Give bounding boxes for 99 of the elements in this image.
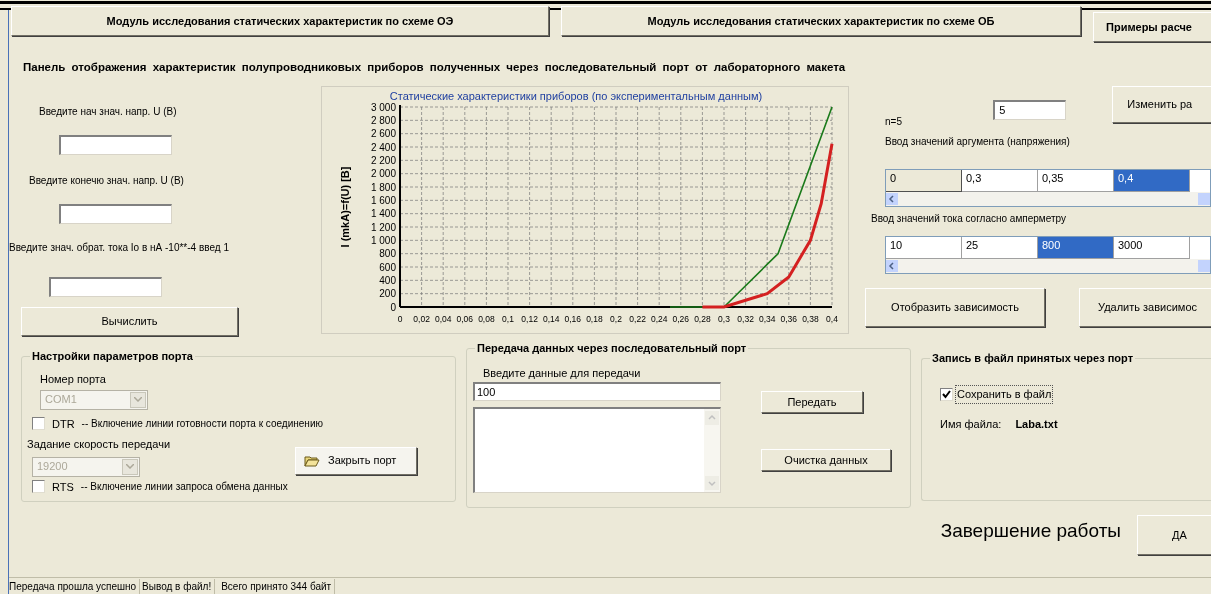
y-tick-label: 0: [390, 301, 396, 313]
grid-empty-area: [1190, 170, 1210, 192]
n-input[interactable]: 5: [993, 100, 1067, 120]
input-label: Введите данные для передачи: [483, 366, 642, 381]
y-tick-label: 2 200: [370, 154, 396, 166]
x-tick-label: 0,06: [456, 314, 474, 324]
x-tick-label: 0,28: [694, 314, 711, 324]
file-name: Laba.txt: [1015, 416, 1058, 432]
voltage-label: Ввод значений аргумента (напряжения): [885, 135, 1071, 149]
input-field[interactable]: [59, 135, 172, 155]
module-button[interactable]: Модуль исследования статических характеристик по схеме ОЭ: [11, 6, 549, 36]
rts-note: -- Включение линии запроса обмена данных: [80, 480, 288, 495]
dtr-note: -- Включение линии готовности порта к соединению: [81, 417, 323, 432]
horizontal-scrollbar[interactable]: [886, 192, 1210, 206]
n-label: n=5: [885, 115, 903, 129]
x-tick-label: 0,32: [737, 314, 754, 324]
grid-cell[interactable]: 0: [886, 170, 962, 192]
field-label: Введите конечю знач. напр. U (B): [29, 174, 185, 188]
chart-title: Статические характеристики приборов (по экспериментальным данным): [389, 90, 763, 102]
checkbox[interactable]: [940, 387, 953, 401]
send-button[interactable]: Передать: [761, 391, 863, 413]
scroll-left-icon[interactable]: [886, 193, 898, 205]
y-tick-label: 1 800: [370, 181, 396, 193]
y-tick-label: 200: [379, 288, 396, 300]
grid-cell[interactable]: 0,4: [1114, 170, 1190, 192]
status-text: Всего принято 344 байт: [221, 578, 336, 594]
x-tick-label: 0,3: [718, 314, 730, 324]
x-tick-label: 0,18: [586, 314, 603, 324]
x-tick-label: 0,16: [564, 314, 582, 324]
y-tick-label: 3 000: [370, 101, 396, 113]
x-tick-label: 0,36: [780, 314, 798, 324]
y-tick-label: 800: [379, 248, 396, 260]
y-tick-label: 1 400: [370, 208, 396, 220]
confirm-button[interactable]: ДА: [1137, 515, 1211, 555]
x-tick-label: 0,2: [610, 314, 622, 324]
current-label: Ввод значений тока согласно амперметру: [871, 212, 1067, 226]
dtr-label: DTR: [52, 416, 75, 432]
y-axis-label: I (mkA)=f(U) [B]: [339, 166, 351, 248]
clear-button[interactable]: Очистка данных: [761, 449, 891, 471]
input-field[interactable]: [49, 277, 162, 297]
file-name-label: Имя файла:: [940, 416, 1002, 432]
x-tick-label: 0,38: [802, 314, 819, 324]
scroll-left-icon[interactable]: [886, 260, 898, 272]
y-tick-label: 400: [379, 274, 396, 286]
x-tick-label: 0,1: [502, 314, 514, 324]
horizontal-scrollbar[interactable]: [886, 259, 1210, 273]
group-title: Запись в файл принятых через порт: [930, 350, 1136, 367]
x-tick-label: 0,08: [478, 314, 495, 324]
folder-icon: [304, 454, 320, 467]
y-tick-label: 1 000: [370, 234, 396, 246]
grid-cell[interactable]: 0,35: [1038, 170, 1114, 192]
data-input[interactable]: 100: [473, 381, 721, 401]
x-tick-label: 0,24: [650, 314, 668, 324]
panel-heading: Панель отображения характеристик полупроводниковых приборов полученных через последовательный порт от лабораторного макета: [23, 60, 846, 76]
x-tick-label: 0,14: [542, 314, 560, 324]
grid-empty-area: [1190, 237, 1210, 259]
input-field[interactable]: [59, 204, 172, 224]
x-tick-label: 0,34: [758, 314, 776, 324]
field-label: Введите нач знач. напр. U (B): [38, 105, 178, 119]
grid-cell[interactable]: 10: [886, 237, 962, 259]
checkbox[interactable]: [32, 480, 45, 494]
y-tick-label: 2 800: [370, 114, 396, 126]
received-data-area[interactable]: [473, 406, 721, 493]
checkbox[interactable]: [32, 417, 45, 431]
y-tick-label: 2 400: [370, 141, 396, 153]
x-tick-label: 0,12: [521, 314, 538, 324]
x-tick-label: 0,22: [629, 314, 646, 324]
scroll-thumb[interactable]: [1198, 193, 1210, 205]
calculate-button[interactable]: Вычислить: [21, 307, 238, 336]
port-label: Номер порта: [40, 372, 107, 387]
y-tick-label: 600: [379, 261, 396, 273]
finish-label: Завершение работы: [940, 518, 1121, 543]
plot-button[interactable]: Отобразить зависимость: [865, 288, 1045, 327]
x-tick-label: 0,4: [826, 314, 838, 324]
save-to-file-label[interactable]: Сохранить в файл: [955, 385, 1054, 404]
y-tick-label: 1 200: [370, 221, 396, 233]
speed-label: Задание скорость передачи: [27, 437, 172, 452]
grid-cell[interactable]: 800: [1038, 237, 1114, 259]
module-button[interactable]: Модуль исследования статических характеристик по схеме ОБ: [561, 6, 1081, 36]
grid-cell[interactable]: 3000: [1114, 237, 1190, 259]
grid-cell[interactable]: 25: [962, 237, 1038, 259]
y-tick-label: 2 000: [370, 168, 396, 180]
close-port-button[interactable]: Закрыть порт: [295, 446, 417, 475]
checkmark-icon: [942, 389, 951, 399]
status-text: Вывод в файл!: [142, 578, 216, 594]
change-button[interactable]: Изменить ра: [1112, 86, 1211, 123]
module-button[interactable]: Примеры расче: [1093, 12, 1211, 42]
y-tick-label: 1 600: [370, 194, 396, 206]
x-tick-label: 0,04: [434, 314, 452, 324]
x-tick-label: 0: [397, 314, 403, 324]
rts-label: RTS: [52, 479, 74, 495]
status-text: Передача прошла успешно: [9, 578, 141, 594]
field-label: Введите знач. обрат. тока Io в нА -10**-4 введ 1: [9, 241, 230, 255]
x-tick-label: 0,26: [672, 314, 690, 324]
y-tick-label: 2 600: [370, 128, 396, 140]
grid-cell[interactable]: 0,3: [962, 170, 1038, 192]
plot-button[interactable]: Удалить зависимос: [1079, 288, 1211, 327]
x-tick-label: 0,02: [413, 314, 430, 324]
scroll-thumb[interactable]: [1198, 260, 1210, 272]
